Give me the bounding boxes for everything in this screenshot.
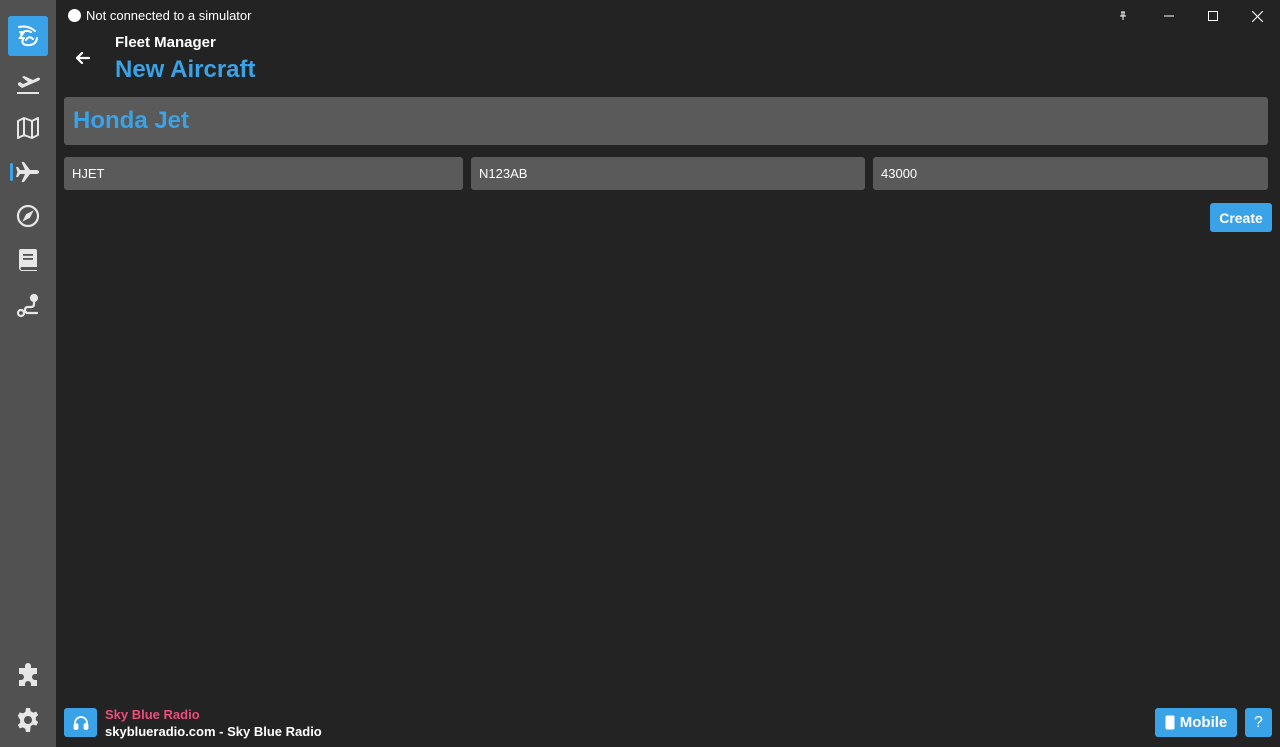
- app-logo-icon[interactable]: [8, 16, 48, 56]
- airplane-icon[interactable]: [8, 152, 48, 192]
- flight-departure-icon[interactable]: [8, 64, 48, 104]
- radio-separator: -: [215, 724, 228, 739]
- compass-icon[interactable]: [8, 196, 48, 236]
- connection-status: Not connected to a simulator: [68, 8, 251, 23]
- minimize-icon[interactable]: [1146, 0, 1192, 32]
- map-icon[interactable]: [8, 108, 48, 148]
- puzzle-icon[interactable]: [8, 656, 48, 696]
- help-button[interactable]: ?: [1245, 708, 1272, 737]
- back-button[interactable]: [70, 45, 96, 71]
- status-text: Not connected to a simulator: [86, 8, 252, 23]
- radio-station-name: Sky Blue Radio: [105, 707, 200, 722]
- radio-now-playing: skyblueradio.com - Sky Blue Radio: [105, 724, 322, 739]
- create-button[interactable]: Create: [1210, 203, 1272, 232]
- breadcrumb: Fleet Manager: [115, 34, 216, 51]
- headphones-icon: [73, 716, 88, 730]
- app-window: Not connected to a simulator Fleet Manag…: [0, 0, 1280, 747]
- registration-input[interactable]: [471, 157, 865, 190]
- service-ceiling-input[interactable]: [873, 157, 1268, 190]
- pin-icon[interactable]: [1100, 0, 1146, 32]
- radio-url: skyblueradio.com: [105, 724, 216, 739]
- aircraft-name-input[interactable]: [64, 97, 1268, 145]
- mobile-label: Mobile: [1179, 714, 1228, 731]
- gear-icon[interactable]: [8, 700, 48, 740]
- phone-icon: [1165, 715, 1175, 730]
- logbook-icon[interactable]: [8, 240, 48, 280]
- mobile-button[interactable]: Mobile: [1155, 708, 1237, 737]
- maximize-icon[interactable]: [1190, 0, 1236, 32]
- radio-station: Sky Blue Radio: [227, 724, 322, 739]
- arrow-left-icon: [76, 52, 90, 64]
- status-indicator-icon: [68, 9, 81, 22]
- page-title: New Aircraft: [115, 56, 256, 83]
- route-icon[interactable]: [8, 286, 48, 326]
- headphones-button[interactable]: [64, 708, 97, 737]
- close-icon[interactable]: [1234, 0, 1280, 32]
- sidebar: [0, 0, 56, 747]
- title-bar: Not connected to a simulator: [56, 0, 1280, 32]
- aircraft-type-input[interactable]: [64, 157, 463, 190]
